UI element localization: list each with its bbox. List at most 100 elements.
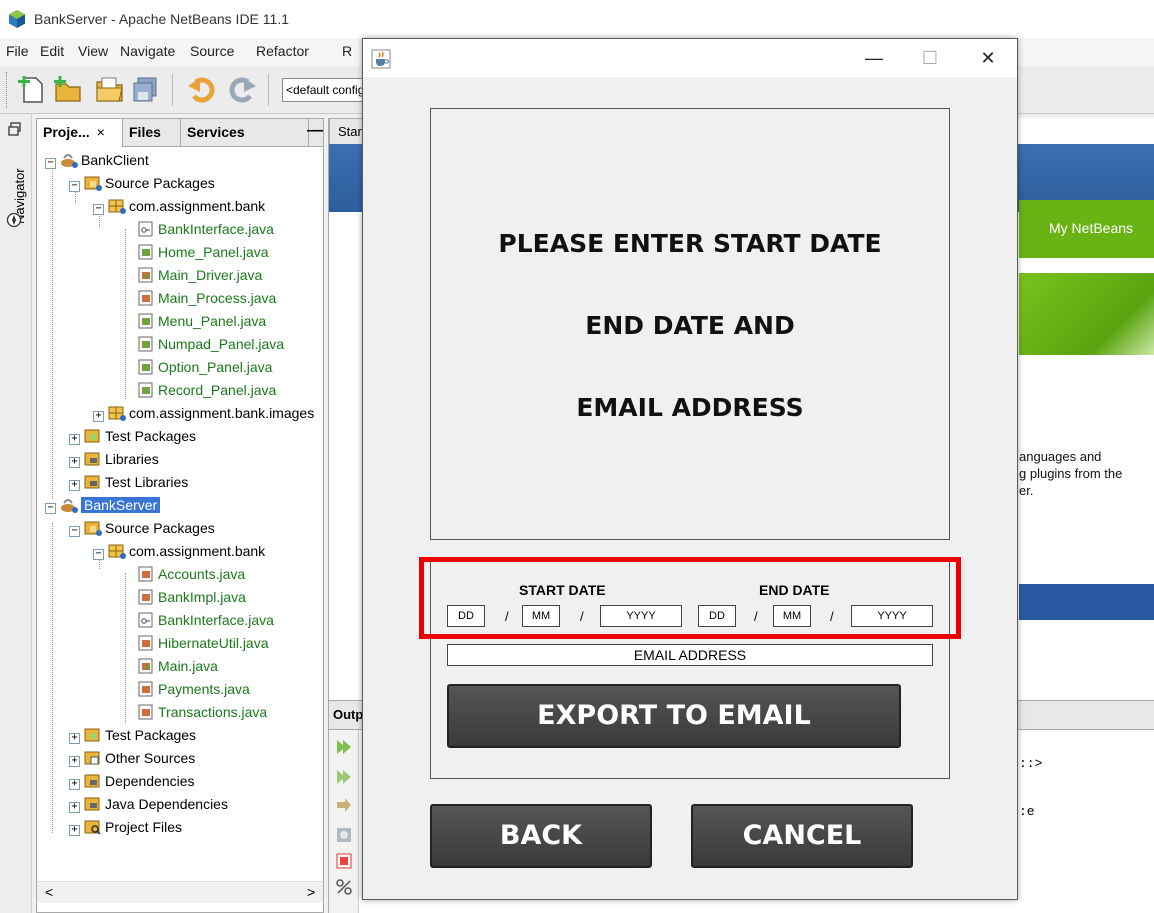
minimize-panel-icon[interactable]: — bbox=[307, 122, 323, 140]
tree-file[interactable]: Numpad_Panel.java bbox=[137, 333, 284, 355]
tree-file[interactable]: Main_Driver.java bbox=[137, 264, 262, 286]
settings-icon[interactable] bbox=[335, 826, 353, 844]
tree-node-java-dependencies[interactable]: + Java Dependencies bbox=[69, 793, 228, 815]
window-restore-icon[interactable] bbox=[8, 122, 22, 136]
new-file-icon[interactable] bbox=[16, 74, 48, 106]
tree-file[interactable]: Transactions.java bbox=[137, 701, 267, 723]
tree-file[interactable]: BankInterface.java bbox=[137, 609, 274, 631]
tree-node-project-files[interactable]: + Project Files bbox=[69, 816, 182, 838]
tab-files[interactable]: Files bbox=[123, 119, 181, 147]
expand-toggle-icon[interactable]: + bbox=[69, 779, 80, 790]
tab-projects[interactable]: Proje... × bbox=[37, 119, 123, 147]
export-to-email-button[interactable]: EXPORT TO EMAIL bbox=[447, 684, 901, 748]
tree-file[interactable]: HibernateUtil.java bbox=[137, 632, 269, 654]
close-icon[interactable]: ✕ bbox=[965, 39, 1011, 77]
tree-label: com.assignment.bank.images bbox=[129, 405, 315, 421]
back-button[interactable]: BACK bbox=[430, 804, 652, 868]
rerun-with-options-icon[interactable] bbox=[335, 768, 353, 786]
redo-icon[interactable] bbox=[226, 74, 258, 106]
tree-node-images-package[interactable]: + com.assignment.bank.images bbox=[93, 402, 314, 424]
collapse-toggle-icon[interactable]: − bbox=[93, 549, 104, 560]
tree-node-libraries[interactable]: + Libraries bbox=[69, 448, 159, 470]
expand-toggle-icon[interactable]: + bbox=[69, 457, 80, 468]
tree-node-test-libraries[interactable]: + Test Libraries bbox=[69, 471, 188, 493]
instruction-line: PLEASE ENTER START DATE bbox=[498, 229, 882, 258]
java-project-icon bbox=[61, 154, 78, 168]
save-all-icon[interactable] bbox=[130, 74, 162, 106]
tab-services[interactable]: Services bbox=[181, 119, 309, 147]
scroll-left-arrow-icon[interactable]: < bbox=[45, 884, 53, 900]
scroll-right-arrow-icon[interactable]: > bbox=[307, 884, 315, 900]
tab-output[interactable]: Outp bbox=[333, 707, 363, 722]
toolbar-grip[interactable] bbox=[6, 72, 9, 108]
expand-toggle-icon[interactable]: + bbox=[93, 411, 104, 422]
tree-file[interactable]: Main_Process.java bbox=[137, 287, 276, 309]
email-address-input[interactable]: EMAIL ADDRESS bbox=[447, 644, 933, 666]
collapse-toggle-icon[interactable]: − bbox=[69, 526, 80, 537]
toolbar-separator bbox=[268, 74, 269, 106]
interface-file-icon bbox=[138, 612, 153, 628]
cancel-button[interactable]: CANCEL bbox=[691, 804, 913, 868]
expand-toggle-icon[interactable]: + bbox=[69, 825, 80, 836]
libraries-icon bbox=[84, 452, 100, 466]
undo-icon[interactable] bbox=[186, 74, 218, 106]
menu-refactor[interactable]: Refactor bbox=[256, 43, 309, 59]
tree-node-bankclient[interactable]: − BankClient bbox=[45, 149, 149, 171]
tree-node-package[interactable]: − com.assignment.bank bbox=[93, 540, 265, 562]
expand-toggle-icon[interactable]: + bbox=[69, 802, 80, 813]
new-project-icon[interactable] bbox=[52, 74, 84, 106]
tree-label: Accounts.java bbox=[158, 566, 246, 582]
tree-node-test-packages[interactable]: + Test Packages bbox=[69, 724, 196, 746]
configuration-select[interactable]: <default config> bbox=[282, 78, 372, 102]
tree-file[interactable]: Menu_Panel.java bbox=[137, 310, 266, 332]
horizontal-scrollbar[interactable]: < > bbox=[37, 881, 323, 903]
menu-edit[interactable]: Edit bbox=[40, 43, 64, 59]
tree-file[interactable]: BankImpl.java bbox=[137, 586, 246, 608]
tree-node-test-packages[interactable]: + Test Packages bbox=[69, 425, 196, 447]
navigator-compass-icon[interactable] bbox=[6, 212, 22, 228]
tree-node-other-sources[interactable]: + Other Sources bbox=[69, 747, 195, 769]
tree-node-source-packages[interactable]: − Source Packages bbox=[69, 517, 215, 539]
tree-label: com.assignment.bank bbox=[129, 198, 266, 214]
menu-run[interactable]: R bbox=[342, 43, 352, 59]
dialog-titlebar[interactable]: — ☐ ✕ bbox=[363, 39, 1017, 77]
tree-node-source-packages[interactable]: − Source Packages bbox=[69, 172, 215, 194]
expand-toggle-icon[interactable]: + bbox=[69, 434, 80, 445]
form-file-icon bbox=[138, 382, 153, 398]
rerun-icon[interactable] bbox=[335, 738, 353, 756]
menu-view[interactable]: View bbox=[78, 43, 108, 59]
menu-file[interactable]: File bbox=[6, 43, 29, 59]
tree-label: Option_Panel.java bbox=[158, 359, 273, 375]
tree-file[interactable]: Payments.java bbox=[137, 678, 250, 700]
minimize-icon[interactable]: — bbox=[851, 39, 897, 77]
tree-node-bankserver[interactable]: − BankServer bbox=[45, 494, 161, 516]
tree-file[interactable]: Home_Panel.java bbox=[137, 241, 269, 263]
step-icon[interactable] bbox=[335, 796, 353, 814]
tree-file[interactable]: Record_Panel.java bbox=[137, 379, 276, 401]
menu-source[interactable]: Source bbox=[190, 43, 234, 59]
close-tab-icon[interactable]: × bbox=[97, 124, 105, 140]
open-project-icon[interactable] bbox=[94, 74, 126, 106]
maximize-icon[interactable]: ☐ bbox=[907, 39, 953, 77]
tree-label: BankInterface.java bbox=[158, 612, 274, 628]
java-cup-icon bbox=[371, 49, 391, 69]
class-file-icon bbox=[138, 681, 153, 697]
tree-node-package[interactable]: − com.assignment.bank bbox=[93, 195, 265, 217]
collapse-toggle-icon[interactable]: − bbox=[45, 158, 56, 169]
expand-toggle-icon[interactable]: + bbox=[69, 480, 80, 491]
tree-node-dependencies[interactable]: + Dependencies bbox=[69, 770, 195, 792]
statistics-icon[interactable] bbox=[335, 878, 353, 896]
expand-toggle-icon[interactable]: + bbox=[69, 733, 80, 744]
stop-icon[interactable] bbox=[335, 852, 353, 870]
collapse-toggle-icon[interactable]: − bbox=[93, 204, 104, 215]
expand-toggle-icon[interactable]: + bbox=[69, 756, 80, 767]
menu-navigate[interactable]: Navigate bbox=[120, 43, 175, 59]
collapse-toggle-icon[interactable]: − bbox=[69, 181, 80, 192]
collapse-toggle-icon[interactable]: − bbox=[45, 503, 56, 514]
tree-label: BankInterface.java bbox=[158, 221, 274, 237]
tree-file[interactable]: Accounts.java bbox=[137, 563, 245, 585]
tree-file[interactable]: Option_Panel.java bbox=[137, 356, 272, 378]
my-netbeans-label[interactable]: My NetBeans bbox=[1049, 220, 1133, 236]
tree-file[interactable]: BankInterface.java bbox=[137, 218, 274, 240]
tree-file[interactable]: Main.java bbox=[137, 655, 218, 677]
